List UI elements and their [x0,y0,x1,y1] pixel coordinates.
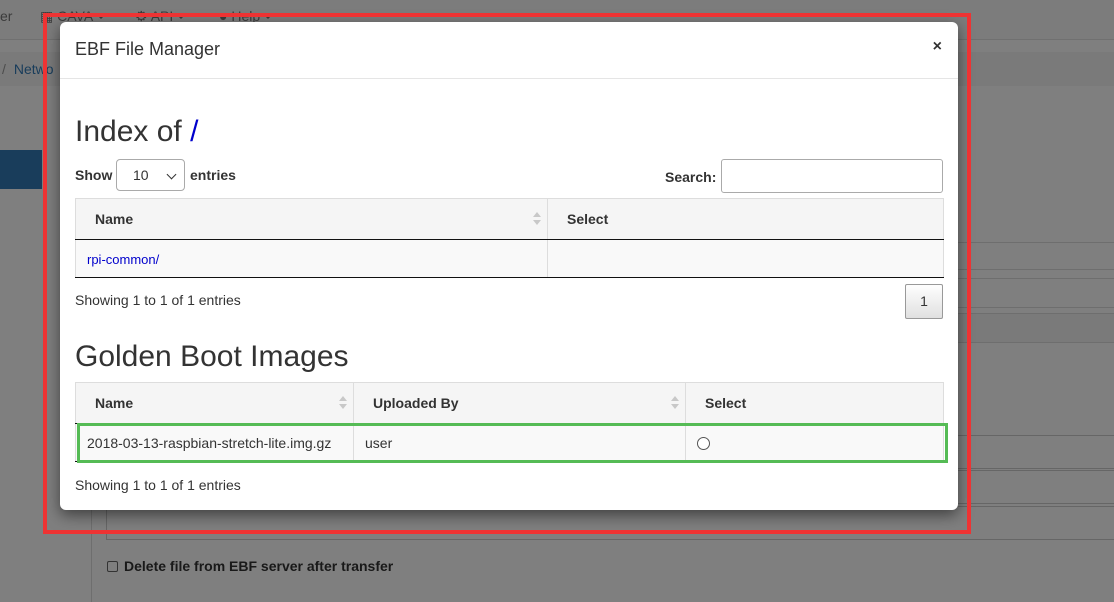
highlight-frame [43,13,971,534]
